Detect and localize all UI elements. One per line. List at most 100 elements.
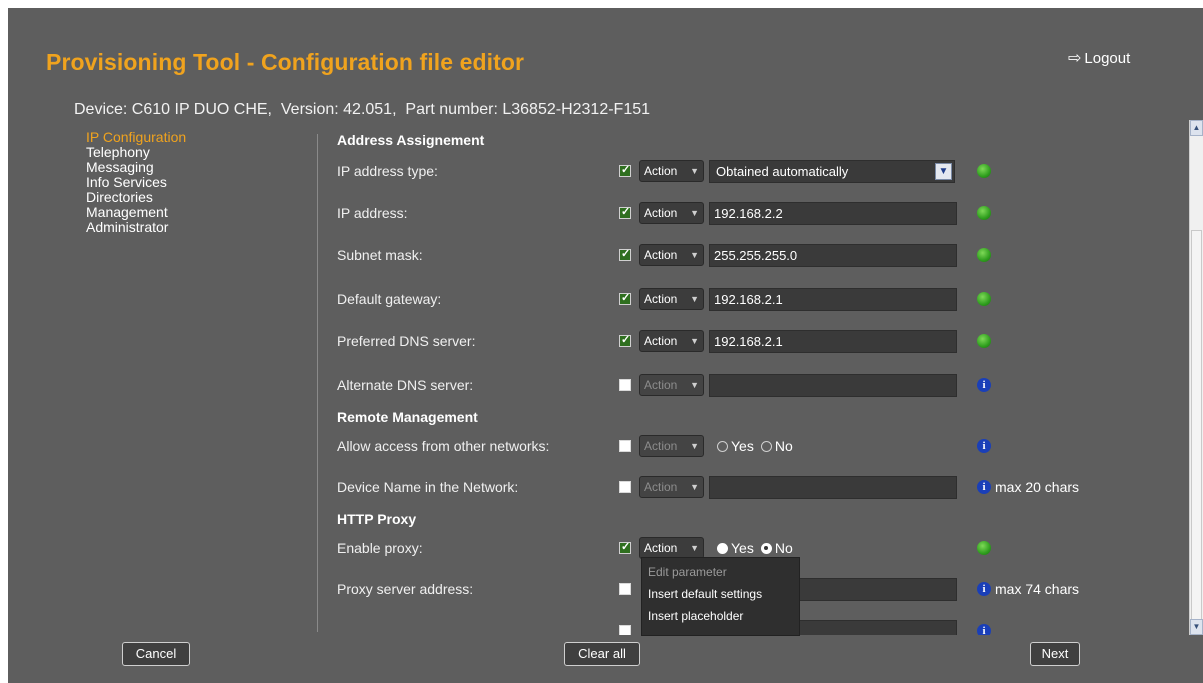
settings-panel: Address Assignement IP address type: Act… [337,8,1187,635]
device-name-input[interactable] [709,476,957,499]
no-label: No [774,438,793,454]
chevron-down-icon: ▼ [690,250,699,260]
yes-label: Yes [731,540,754,556]
ip-address-type-value: Obtained automatically [716,164,849,179]
chevron-down-icon: ▼ [690,380,699,390]
row-ip-address-type: IP address type: Action ▼ Obtained automa… [337,156,1177,186]
menu-item-edit-parameter[interactable]: Edit parameter [642,562,799,584]
ip-address-checkbox[interactable] [619,205,631,219]
default-gateway-action-button[interactable]: Action ▼ [639,288,704,310]
vertical-scrollbar[interactable]: ▲ ▼ [1189,120,1203,635]
scroll-thumb[interactable] [1191,230,1202,630]
cancel-button[interactable]: Cancel [122,642,190,666]
action-label: Action [644,334,678,348]
proxy-port-checkbox[interactable] [619,625,631,635]
action-label: Action [644,206,678,220]
enable-proxy-yes-radio[interactable] [717,542,728,554]
alternate-dns-label: Alternate DNS server: [337,377,474,393]
allow-access-no-radio[interactable] [760,440,772,452]
scroll-down-icon[interactable]: ▼ [1190,619,1203,635]
enable-proxy-action-button[interactable]: Action ▼ [639,537,704,559]
chevron-down-icon: ▼ [690,441,699,451]
allow-access-yes-radio[interactable] [717,440,728,452]
chevron-down-icon: ▼ [690,294,699,304]
section-title-proxy: HTTP Proxy [337,511,417,527]
row-default-gateway: Default gateway: Action ▼ 192.168.2.1 [337,284,1177,314]
enable-proxy-radio-group: Yes No [717,540,797,556]
preferred-dns-label: Preferred DNS server: [337,333,476,349]
sidebar-divider [317,134,318,632]
allow-access-action-button[interactable]: Action ▼ [639,435,704,457]
menu-item-insert-placeholder[interactable]: Insert placeholder [642,606,799,628]
device-name-checkbox[interactable] [619,481,631,493]
ip-address-input[interactable]: 192.168.2.2 [709,202,957,225]
default-gateway-label: Default gateway: [337,291,442,307]
alternate-dns-action-button[interactable]: Action ▼ [639,374,704,396]
subnet-mask-label: Subnet mask: [337,247,423,263]
proxy-address-checkbox[interactable] [619,583,631,595]
info-icon[interactable]: i [977,378,991,392]
section-title-remote: Remote Management [337,409,478,425]
alternate-dns-checkbox[interactable] [619,379,631,391]
preferred-dns-input[interactable]: 192.168.2.1 [709,330,957,353]
ip-address-type-label: IP address type: [337,163,438,179]
ok-status-icon [977,334,991,348]
subnet-mask-input[interactable]: 255.255.255.0 [709,244,957,267]
enable-proxy-checkbox[interactable] [619,540,631,554]
action-label: Action [644,248,678,262]
menu-item-insert-default-settings[interactable]: Insert default settings [642,584,799,606]
action-dropdown-menu: Edit parameter Insert default settings I… [641,557,800,636]
preferred-dns-checkbox[interactable] [619,333,631,347]
sidebar-item-info-services[interactable]: Info Services [86,175,306,190]
chevron-down-icon: ▼ [690,336,699,346]
info-icon[interactable]: i [977,582,991,596]
row-preferred-dns: Preferred DNS server: Action ▼ 192.168.2.… [337,326,1177,356]
ip-address-type-checkbox[interactable] [619,163,631,177]
sidebar-item-administrator[interactable]: Administrator [86,220,306,235]
info-icon[interactable]: i [977,624,991,635]
info-icon[interactable]: i [977,439,991,453]
subnet-mask-checkbox[interactable] [619,247,631,261]
sidebar-item-messaging[interactable]: Messaging [86,160,306,175]
ip-address-action-button[interactable]: Action ▼ [639,202,704,224]
ok-status-icon [977,248,991,262]
default-gateway-input[interactable]: 192.168.2.1 [709,288,957,311]
proxy-address-hint: max 74 chars [995,581,1080,597]
allow-access-label: Allow access from other networks: [337,438,550,454]
sidebar-item-ip-configuration[interactable]: IP Configuration [86,130,306,145]
sidebar-nav: IP Configuration Telephony Messaging Inf… [86,130,306,235]
action-label: Action [644,164,678,178]
enable-proxy-no-radio[interactable] [760,542,772,554]
subnet-mask-action-button[interactable]: Action ▼ [639,244,704,266]
chevron-down-icon[interactable]: ▼ [935,163,952,180]
row-ip-address: IP address: Action ▼ 192.168.2.2 [337,198,1177,228]
ip-address-label: IP address: [337,205,408,221]
allow-access-checkbox[interactable] [619,440,631,452]
device-name-action-button[interactable]: Action ▼ [639,476,704,498]
clear-all-button[interactable]: Clear all [564,642,640,666]
chevron-down-icon: ▼ [690,166,699,176]
ip-address-type-select[interactable]: Obtained automatically ▼ [709,160,955,183]
preferred-dns-action-button[interactable]: Action ▼ [639,330,704,352]
scroll-up-icon[interactable]: ▲ [1190,120,1203,136]
next-button[interactable]: Next [1030,642,1080,666]
enable-proxy-label: Enable proxy: [337,540,423,556]
yes-label: Yes [731,438,754,454]
sidebar-item-directories[interactable]: Directories [86,190,306,205]
default-gateway-checkbox[interactable] [619,291,631,305]
action-label: Action [644,439,678,453]
action-label: Action [644,292,678,306]
sidebar-item-management[interactable]: Management [86,205,306,220]
allow-access-radio-group: Yes No [717,438,797,454]
ok-status-icon [977,292,991,306]
device-name-label: Device Name in the Network: [337,479,519,495]
no-label: No [774,540,793,556]
alternate-dns-input[interactable] [709,374,957,397]
chevron-down-icon: ▼ [690,208,699,218]
info-icon[interactable]: i [977,480,991,494]
chevron-down-icon: ▼ [690,482,699,492]
row-allow-access: Allow access from other networks: Action… [337,431,1177,461]
sidebar-item-telephony[interactable]: Telephony [86,145,306,160]
ip-address-type-action-button[interactable]: Action ▼ [639,160,704,182]
chevron-down-icon: ▼ [690,543,699,553]
